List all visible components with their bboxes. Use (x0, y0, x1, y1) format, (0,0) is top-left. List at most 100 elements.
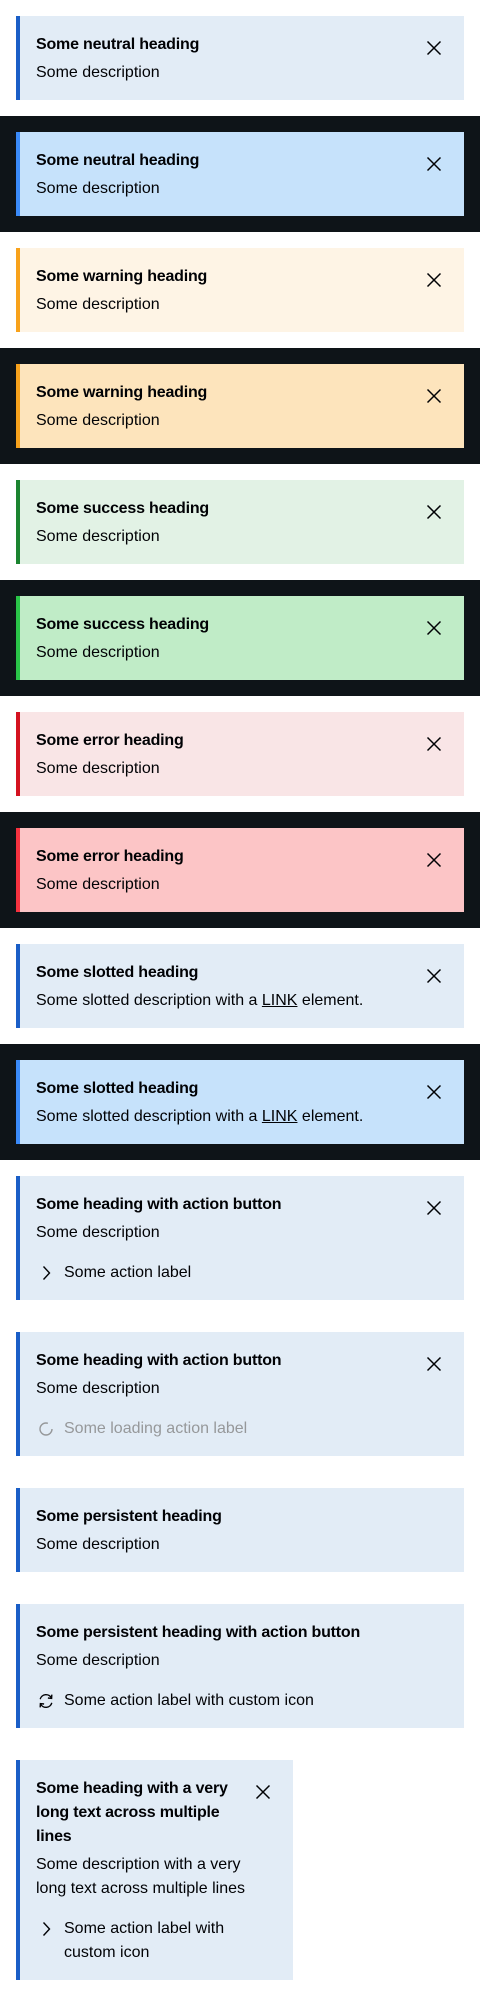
action-label: Some action label with custom icon (64, 1692, 314, 1709)
notification-heading: Some warning heading (36, 384, 208, 401)
close-button[interactable] (416, 146, 452, 182)
description-link[interactable]: LINK (262, 992, 298, 1009)
notification-description: Some description (36, 528, 160, 545)
close-icon (426, 1084, 442, 1100)
notification-heading: Some success heading (36, 616, 209, 633)
inline-notification-neutral: Some neutral heading Some description (16, 16, 464, 100)
notification-description: Some description (36, 296, 160, 313)
notification-content: Some heading with action button Some des… (36, 1349, 400, 1441)
notification-description: Some description with a very long text a… (36, 1856, 245, 1897)
notification-accent-bar (16, 1604, 20, 1728)
section-slotted-light: Some slotted heading Some slotted descri… (0, 928, 480, 1044)
notification-description: Some description (36, 876, 160, 893)
close-button[interactable] (416, 1346, 452, 1382)
inline-notification-loading-action: Some heading with action button Some des… (16, 1332, 464, 1456)
notification-description: Some description (36, 644, 160, 661)
inline-notification-error-dark: Some error heading Some description (16, 828, 464, 912)
close-button[interactable] (416, 842, 452, 878)
close-button[interactable] (416, 610, 452, 646)
inline-notification-action: Some heading with action button Some des… (16, 1176, 464, 1300)
action-label: Some loading action label (64, 1420, 248, 1437)
inline-notification-success: Some success heading Some description (16, 480, 464, 564)
action-button[interactable]: Some action label with custom icon (36, 1689, 444, 1713)
notification-content: Some warning heading Some description (36, 381, 400, 433)
notification-content: Some success heading Some description (36, 613, 400, 665)
notification-accent-bar (16, 944, 20, 1028)
notification-description: Some description (36, 64, 160, 81)
section-success-light: Some success heading Some description (0, 464, 480, 580)
notification-heading: Some error heading (36, 848, 184, 865)
notification-content: Some heading with a very long text acros… (36, 1777, 245, 1965)
description-link[interactable]: LINK (262, 1108, 298, 1125)
close-icon (426, 968, 442, 984)
inline-notification-persistent-action: Some persistent heading with action butt… (16, 1604, 464, 1728)
notification-content: Some error heading Some description (36, 729, 400, 781)
description-text-end: element. (297, 1108, 364, 1125)
close-icon (426, 40, 442, 56)
notification-description: Some description (36, 1224, 160, 1241)
notification-heading: Some heading with action button (36, 1196, 282, 1213)
section-success-dark: Some success heading Some description (0, 580, 480, 696)
close-button[interactable] (416, 726, 452, 762)
notification-heading: Some warning heading (36, 268, 208, 285)
notification-content: Some slotted heading Some slotted descri… (36, 961, 400, 1013)
notification-content: Some warning heading Some description (36, 265, 400, 317)
notification-heading: Some neutral heading (36, 152, 200, 169)
notification-accent-bar (16, 248, 20, 332)
close-icon (426, 504, 442, 520)
notification-accent-bar (16, 132, 20, 216)
notification-accent-bar (16, 480, 20, 564)
notification-accent-bar (16, 1060, 20, 1144)
notification-heading: Some error heading (36, 732, 184, 749)
reset-icon (36, 1689, 56, 1713)
action-button[interactable]: Some action label (36, 1261, 400, 1285)
notification-accent-bar (16, 596, 20, 680)
notification-content: Some neutral heading Some description (36, 33, 400, 85)
inline-notification-persistent: Some persistent heading Some description (16, 1488, 464, 1572)
close-button[interactable] (416, 30, 452, 66)
close-button[interactable] (416, 1074, 452, 1110)
inline-notification-warning-dark: Some warning heading Some description (16, 364, 464, 448)
inline-notification-neutral-dark: Some neutral heading Some description (16, 132, 464, 216)
notification-accent-bar (16, 712, 20, 796)
close-button[interactable] (416, 378, 452, 414)
close-icon (255, 1784, 271, 1800)
notification-accent-bar (16, 364, 20, 448)
close-button[interactable] (416, 958, 452, 994)
close-icon (426, 156, 442, 172)
notification-content: Some neutral heading Some description (36, 149, 400, 201)
notification-content: Some heading with action button Some des… (36, 1193, 400, 1285)
close-icon (426, 1200, 442, 1216)
close-icon (426, 620, 442, 636)
inline-notification-slotted-dark: Some slotted heading Some slotted descri… (16, 1060, 464, 1144)
notification-content: Some success heading Some description (36, 497, 400, 549)
close-button[interactable] (245, 1774, 281, 1810)
notification-description: Some description (36, 1536, 160, 1553)
chevron-right-icon (36, 1261, 56, 1285)
notification-heading: Some persistent heading with action butt… (36, 1624, 361, 1641)
action-label: Some action label with custom icon (64, 1920, 225, 1961)
loading-action-button[interactable]: Some loading action label (36, 1417, 400, 1441)
notification-accent-bar (16, 1332, 20, 1456)
notification-heading: Some persistent heading (36, 1508, 222, 1525)
spinner-icon (36, 1417, 56, 1441)
close-button[interactable] (416, 262, 452, 298)
inline-notification-long-text: Some heading with a very long text acros… (16, 1760, 293, 1980)
notification-heading: Some success heading (36, 500, 209, 517)
notification-content: Some error heading Some description (36, 845, 400, 897)
section-warning-dark: Some warning heading Some description (0, 348, 480, 464)
close-button[interactable] (416, 494, 452, 530)
close-icon (426, 272, 442, 288)
section-error-light: Some error heading Some description (0, 696, 480, 812)
notification-content: Some persistent heading Some description (36, 1505, 400, 1557)
notification-content: Some slotted heading Some slotted descri… (36, 1077, 400, 1129)
notification-heading: Some slotted heading (36, 1080, 199, 1097)
inline-notification-error: Some error heading Some description (16, 712, 464, 796)
action-button[interactable]: Some action label with custom icon (36, 1917, 245, 1965)
notification-description: Some description (36, 180, 160, 197)
notification-content: Some persistent heading with action butt… (36, 1621, 444, 1713)
notification-heading: Some heading with action button (36, 1352, 282, 1369)
close-button[interactable] (416, 1190, 452, 1226)
close-icon (426, 388, 442, 404)
notification-accent-bar (16, 1760, 20, 1980)
